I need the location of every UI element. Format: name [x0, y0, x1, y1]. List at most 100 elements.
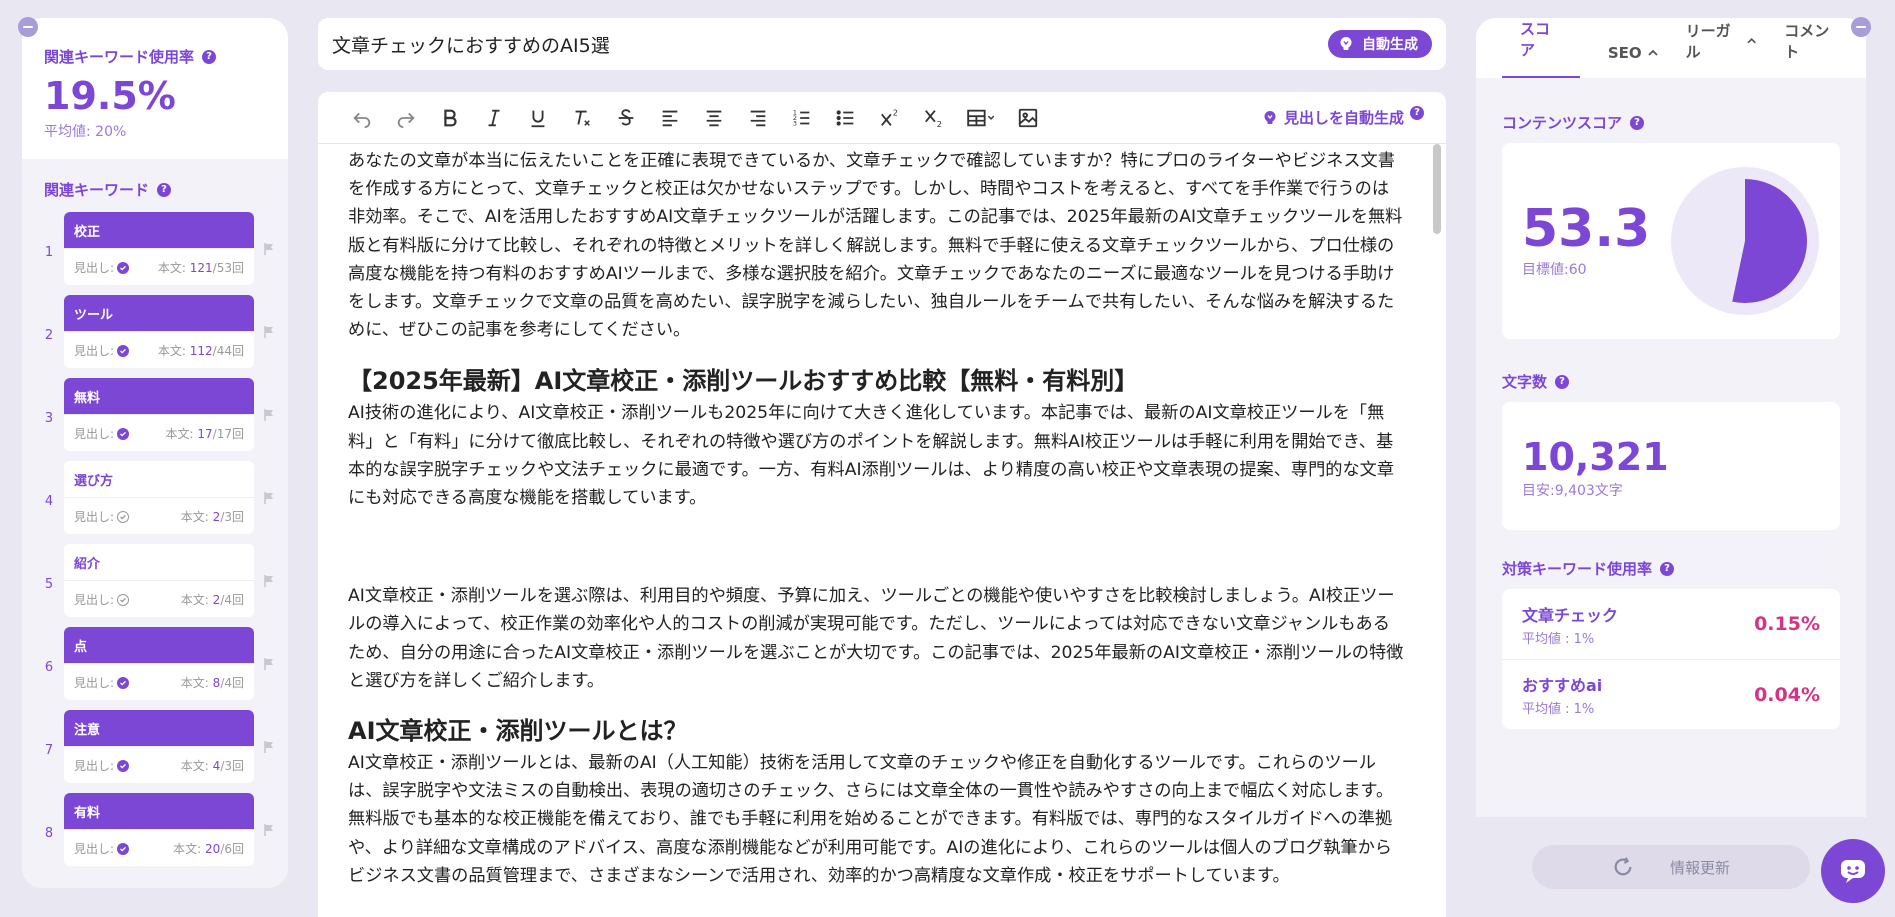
- collapse-right-panel-button[interactable]: [1851, 17, 1871, 37]
- superscript-icon: 2: [881, 107, 898, 126]
- tab-seo[interactable]: SEO: [1608, 44, 1658, 78]
- italic-button[interactable]: [472, 102, 516, 134]
- tab-comment-label: コメント: [1784, 22, 1830, 61]
- keyword-stats: 見出し: 本文: 20/6回: [64, 829, 254, 866]
- keyword-heading-usage: 見出し:: [74, 757, 130, 774]
- intro-paragraph[interactable]: あなたの文章が本当に伝えたいことを正確に表現できているか、文章チェックで確認して…: [348, 147, 1406, 344]
- tab-comment[interactable]: コメント: [1784, 20, 1840, 78]
- keyword-card[interactable]: 校正 見出し: 本文: 121/53回: [64, 212, 254, 285]
- keyword-card[interactable]: 無料見出し: 本文: 17/17回: [64, 378, 254, 451]
- keyword-body-usage: 本文: 121/53回: [158, 259, 244, 276]
- keyword-heading-usage: 見出し:: [74, 591, 130, 608]
- keyword-body-usage: 本文: 2/3回: [181, 508, 244, 525]
- heading-h2[interactable]: AI文章校正・添削ツールとは？: [348, 713, 1406, 749]
- body-target: /3回: [220, 509, 244, 524]
- refresh-button[interactable]: 情報更新: [1532, 845, 1810, 889]
- undo-icon: [353, 112, 371, 128]
- heading-h2[interactable]: 【2025年最新】AI文章校正・添削ツールおすすめ比較【無料・有料別】: [348, 363, 1406, 399]
- help-icon[interactable]: ?: [1660, 561, 1675, 576]
- keyword-stats: 見出し: 本文: 4/3回: [64, 746, 254, 783]
- heading-label: 見出し:: [74, 509, 115, 524]
- body-label: 本文:: [180, 758, 209, 773]
- keyword-number: 1: [44, 245, 54, 260]
- editor-scrollbar[interactable]: [1433, 144, 1441, 234]
- help-icon[interactable]: ?: [1630, 115, 1645, 130]
- related-keywords-title-row: 関連キーワード ?: [44, 179, 266, 200]
- tab-legal[interactable]: リーガル: [1686, 20, 1757, 78]
- svg-text:3: 3: [793, 119, 797, 127]
- flag-icon[interactable]: [262, 242, 276, 256]
- superscript-button[interactable]: 2: [868, 102, 912, 134]
- undo-button[interactable]: [340, 102, 384, 134]
- svg-text:2: 2: [893, 107, 898, 117]
- help-icon[interactable]: ?: [1410, 105, 1424, 120]
- clear-format-button[interactable]: [560, 102, 604, 134]
- bullet-list-button[interactable]: [824, 102, 868, 134]
- target-keyword-title: 対策キーワード使用率: [1502, 560, 1653, 578]
- keyword-heading-usage: 見出し:: [74, 425, 130, 442]
- help-icon[interactable]: ?: [202, 49, 217, 64]
- flag-icon[interactable]: [262, 574, 276, 588]
- keyword-body-usage: 本文: 17/17回: [166, 425, 244, 442]
- auto-heading-button[interactable]: 見出しを自動生成 ?: [1262, 105, 1424, 128]
- check-icon: [117, 843, 130, 855]
- keyword-card[interactable]: 点見出し: 本文: 8/4回: [64, 627, 254, 700]
- keyword-body-usage: 本文: 112/44回: [158, 342, 244, 359]
- flag-icon[interactable]: [262, 491, 276, 505]
- keyword-stats: 見出し: 本文: 2/4回: [64, 580, 254, 617]
- flag-icon[interactable]: [262, 408, 276, 422]
- article-title-input[interactable]: 文章チェックにおすすめのAI5選: [332, 31, 610, 58]
- keyword-heading-usage: 見出し:: [74, 674, 130, 691]
- underline-button[interactable]: [516, 102, 560, 134]
- paragraph[interactable]: AI技術の進化により、AI文章校正・添削ツールも2025年に向けて大きく進化して…: [348, 399, 1406, 512]
- tab-seo-label: SEO: [1607, 44, 1642, 62]
- body-target: /4回: [220, 592, 244, 607]
- tab-score[interactable]: スコア: [1502, 18, 1580, 78]
- strikethrough-button[interactable]: [604, 102, 648, 134]
- keyword-card[interactable]: 選び方見出し: 本文: 2/3回: [64, 461, 254, 534]
- editor-body[interactable]: あなたの文章が本当に伝えたいことを正確に表現できているか、文章チェックで確認して…: [318, 144, 1446, 917]
- flag-icon[interactable]: [262, 823, 276, 837]
- paragraph[interactable]: AI文章校正・添削ツールを選ぶ際は、利用目的や頻度、予算に加え、ツールごとの機能…: [348, 582, 1406, 695]
- redo-button[interactable]: [384, 102, 428, 134]
- align-right-button[interactable]: [736, 102, 780, 134]
- keyword-row: 1 校正 見出し: 本文: 121/53回: [34, 212, 288, 285]
- keyword-card[interactable]: ツール 見出し: 本文: 112/44回: [64, 295, 254, 368]
- keyword-body-usage: 本文: 8/4回: [181, 674, 244, 691]
- target-keyword-percent: 0.15%: [1754, 613, 1820, 635]
- keyword-number: 4: [44, 494, 54, 509]
- check-icon: [117, 760, 130, 772]
- keyword-name: 選び方: [64, 461, 254, 497]
- align-center-button[interactable]: [692, 102, 736, 134]
- help-icon[interactable]: ?: [1555, 374, 1570, 389]
- flag-icon[interactable]: [262, 740, 276, 754]
- help-icon[interactable]: ?: [157, 182, 172, 197]
- flag-icon[interactable]: [262, 325, 276, 339]
- related-keywords-title: 関連キーワード: [44, 181, 150, 199]
- collapse-left-panel-button[interactable]: [18, 17, 38, 37]
- tab-score-label: スコア: [1520, 20, 1551, 59]
- auto-generate-label: 自動生成: [1362, 37, 1418, 53]
- body-label: 本文:: [180, 509, 209, 524]
- editor-toolbar: 123 2 2 見出しを自動生成 ?: [318, 92, 1446, 144]
- body-target: /3回: [220, 758, 244, 773]
- bold-button[interactable]: [428, 102, 472, 134]
- flag-icon[interactable]: [262, 657, 276, 671]
- image-button[interactable]: [1006, 102, 1050, 134]
- chat-support-button[interactable]: [1821, 839, 1885, 903]
- align-left-button[interactable]: [648, 102, 692, 134]
- paragraph[interactable]: AI文章校正・添削ツールとは、最新のAI（人工知能）技術を活用して文章のチェック…: [348, 749, 1406, 890]
- keyword-name: 無料: [64, 378, 254, 414]
- char-count-card: 10,321 目安:9,403文字: [1502, 402, 1840, 530]
- subscript-button[interactable]: 2: [912, 102, 956, 134]
- keyword-row: 8 有料 見出し: 本文: 20/6回: [34, 793, 288, 866]
- keyword-card[interactable]: 注意 見出し: 本文: 4/3回: [64, 710, 254, 783]
- auto-generate-button[interactable]: 自動生成: [1328, 30, 1432, 58]
- strikethrough-icon: [618, 108, 634, 125]
- chevron-up-icon: [1747, 37, 1756, 44]
- ordered-list-button[interactable]: 123: [780, 102, 824, 134]
- table-button[interactable]: [956, 102, 1006, 134]
- keyword-card[interactable]: 有料 見出し: 本文: 20/6回: [64, 793, 254, 866]
- related-keywords-list: 1 校正 見出し: 本文: 121/53回 2 ツール 見出し: 本文: 112/44回 3 無料…: [22, 212, 288, 866]
- keyword-card[interactable]: 紹介 見出し: 本文: 2/4回: [64, 544, 254, 617]
